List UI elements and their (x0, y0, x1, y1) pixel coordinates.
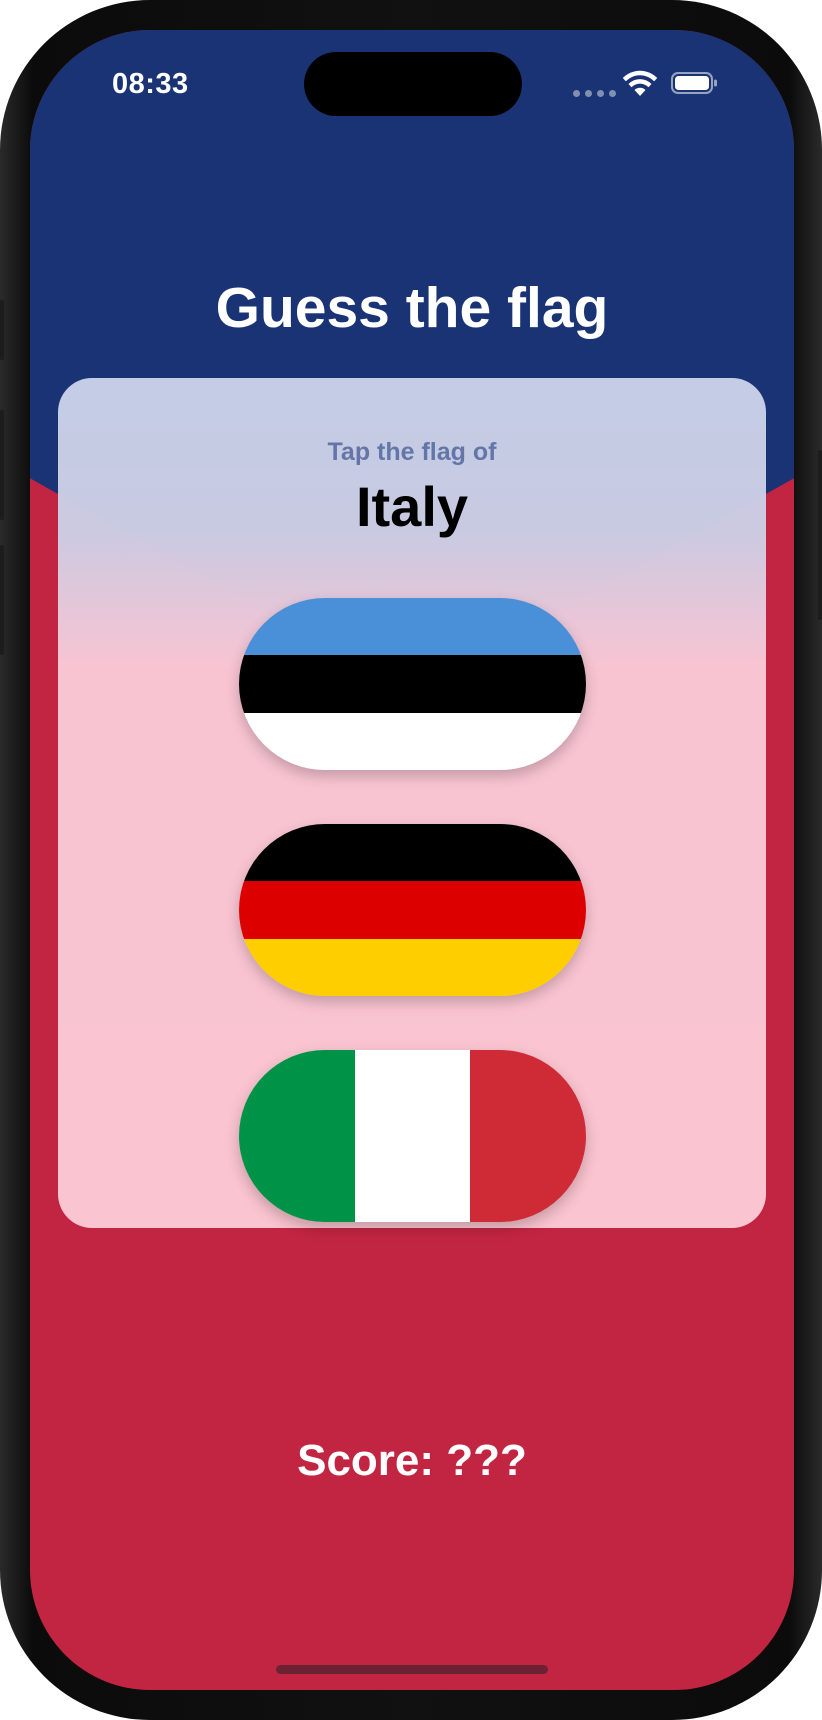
flag-stripe (239, 655, 586, 713)
power-button (818, 450, 822, 620)
question-card: Tap the flag of Italy (58, 378, 766, 1228)
wifi-icon (622, 70, 658, 96)
prompt-label: Tap the flag of (327, 438, 497, 466)
flag-stripe (239, 712, 586, 770)
score-label: Score: ??? (297, 1436, 527, 1485)
target-country: Italy (355, 475, 469, 538)
phone-frame: 08:33 Guess the flag Tap the flag of Ita… (0, 0, 822, 1720)
action-button (0, 300, 4, 360)
flag-button-germany[interactable] (239, 824, 586, 996)
volume-down-button (0, 545, 4, 655)
home-indicator[interactable] (276, 1665, 548, 1674)
flag-stripe (239, 1050, 355, 1222)
cellular-signal-icon (573, 90, 616, 97)
flag-button-italy[interactable] (239, 1050, 586, 1222)
app-screen: 08:33 Guess the flag Tap the flag of Ita… (30, 30, 794, 1690)
flag-stripe (470, 1050, 586, 1222)
battery-icon (671, 72, 717, 94)
flag-stripe (239, 881, 586, 939)
dynamic-island (304, 52, 522, 116)
volume-up-button (0, 410, 4, 520)
flag-stripe (239, 598, 586, 656)
status-time: 08:33 (112, 68, 189, 100)
page-title: Guess the flag (215, 276, 609, 340)
flag-stripe (239, 824, 586, 882)
flag-stripe (239, 938, 586, 996)
flag-stripe (354, 1050, 471, 1222)
flag-button-estonia[interactable] (239, 598, 586, 770)
